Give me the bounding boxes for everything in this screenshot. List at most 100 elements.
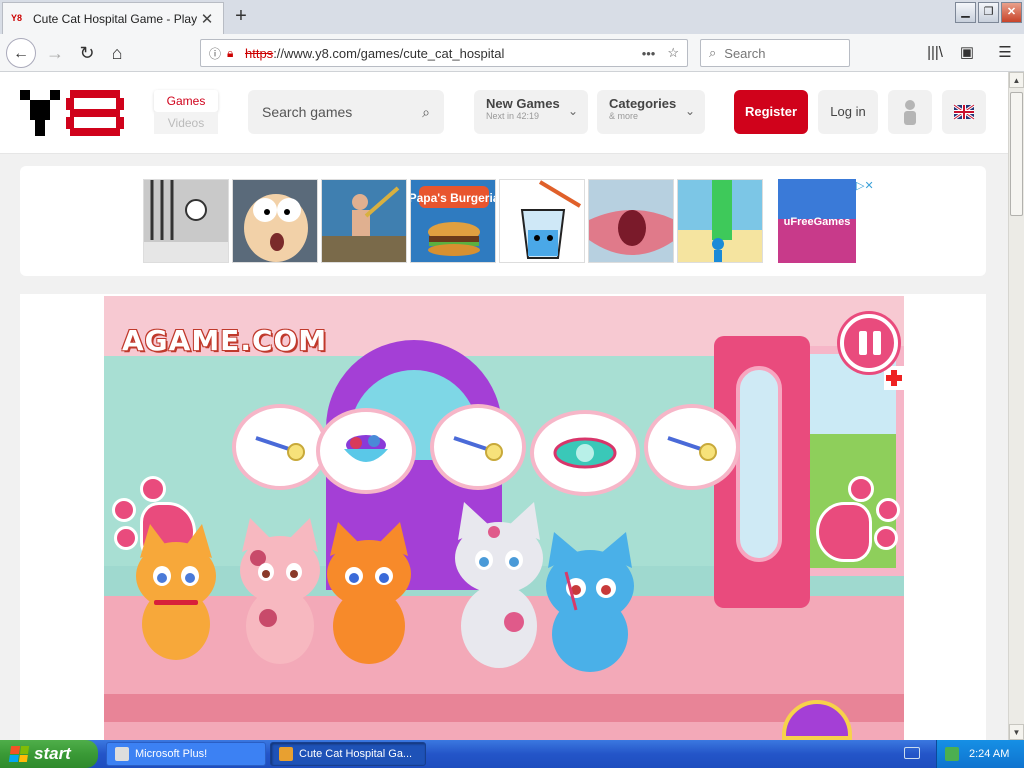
taskbar-item-microsoft-plus[interactable]: Microsoft Plus! — [106, 742, 266, 766]
new-tab-button[interactable]: + — [228, 3, 254, 29]
game-floor-stripe — [104, 694, 904, 722]
happy-glass-thumb[interactable] — [499, 179, 585, 263]
agame-watermark: AGAME.COM — [122, 324, 328, 357]
new-games-dropdown[interactable]: New Games Next in 42:19 ⌄ — [474, 90, 588, 134]
y8-logo[interactable] — [20, 90, 124, 136]
clock[interactable]: 2:24 AM — [969, 748, 1009, 760]
orange-sad-cat[interactable] — [314, 522, 424, 668]
pause-bar-icon — [873, 331, 881, 355]
taskbar-item-browser[interactable]: Cute Cat Hospital Ga... — [270, 742, 426, 766]
page-scrollbar[interactable]: ▲ ▼ — [1008, 72, 1024, 740]
browser-search-placeholder: Search — [724, 45, 766, 61]
scroll-down-arrow-icon[interactable]: ▼ — [1009, 724, 1024, 740]
new-games-label: New Games — [486, 96, 560, 111]
game-frame: AGAME.COM — [20, 294, 986, 740]
url-text: ://www.y8.com/games/cute_cat_hospital — [273, 45, 505, 61]
bubble-tweezers[interactable] — [232, 404, 328, 490]
orange-cat[interactable] — [124, 524, 228, 664]
insecure-lock-icon: 🔒︎ — [227, 45, 234, 60]
register-button[interactable]: Register — [734, 90, 808, 134]
pause-button[interactable] — [840, 314, 898, 372]
home-button[interactable]: ⌂ — [102, 38, 132, 68]
site-search-placeholder: Search games — [262, 104, 353, 120]
page-viewport: Games Videos Search games ⌕ New Games Ne… — [0, 72, 1008, 740]
browser-tab-bar: Y8 Cute Cat Hospital Game - Play onli ✕ … — [0, 0, 1024, 34]
close-window-button[interactable]: ✕ — [1001, 2, 1022, 23]
freegames-label: uFreeGames — [784, 216, 851, 228]
stickman-prison-thumb[interactable] — [143, 179, 229, 263]
categories-sub: & more — [609, 111, 639, 121]
task-label: Cute Cat Hospital Ga... — [299, 748, 413, 760]
chevron-down-icon: ⌄ — [567, 104, 578, 118]
library-icon[interactable]: |||\ — [922, 40, 948, 66]
scroll-up-arrow-icon[interactable]: ▲ — [1009, 72, 1024, 88]
uk-flag-icon — [953, 103, 975, 121]
site-search-icon[interactable]: ⌕ — [422, 104, 430, 121]
tab-close-icon[interactable]: ✕ — [199, 10, 215, 28]
scrollbar-thumb[interactable] — [1010, 92, 1023, 216]
tower-runner-thumb[interactable] — [677, 179, 763, 263]
system-tray: 2:24 AM — [936, 740, 1024, 768]
page-actions-icon[interactable]: ••• — [642, 46, 656, 61]
bubble-candy-bowl[interactable] — [316, 408, 416, 494]
bubble-eye-lens[interactable] — [530, 410, 640, 496]
categories-label: Categories — [609, 96, 677, 111]
firefox-icon — [279, 747, 293, 761]
user-silhouette-icon — [904, 100, 916, 125]
climber-thumb[interactable] — [321, 179, 407, 263]
task-label: Microsoft Plus! — [135, 748, 208, 760]
papas-burgeria-thumb[interactable]: Papa's Burgeria — [410, 179, 496, 263]
game-ads-strip: Papa's Burgeria uFreeGames ▷✕ — [20, 166, 986, 276]
game-canvas[interactable]: AGAME.COM — [104, 296, 904, 740]
eye-lens-icon — [553, 437, 617, 469]
search-icon: ⌕ — [709, 45, 717, 60]
nav-videos-link[interactable]: Videos — [154, 112, 218, 134]
blue-cat[interactable] — [532, 532, 652, 674]
back-button[interactable]: ← — [6, 38, 36, 68]
site-search-input[interactable]: Search games ⌕ — [248, 90, 444, 134]
nav-games-link[interactable]: Games — [154, 90, 218, 112]
document-icon — [115, 747, 129, 761]
network-icon[interactable] — [945, 747, 959, 761]
site-header: Games Videos Search games ⌕ New Games Ne… — [0, 72, 1008, 154]
tab-title: Cute Cat Hospital Game - Play onli — [33, 11, 199, 26]
hospital-cross-icon — [884, 366, 904, 390]
sidebar-icon[interactable]: ▣ — [954, 40, 980, 66]
minimize-button[interactable]: ▁ — [955, 2, 976, 23]
games-videos-switch: Games Videos — [154, 90, 218, 134]
bubble-tweezers[interactable] — [644, 404, 740, 490]
tweezers-icon — [667, 436, 717, 461]
candy-bowl-icon — [344, 435, 388, 462]
pause-bar-icon — [859, 331, 867, 355]
url-bar[interactable]: ⓘ 🔒︎ https ://www.y8.com/games/cute_cat_… — [200, 39, 688, 67]
language-button[interactable] — [942, 90, 986, 134]
y8-favicon-icon: Y8 — [11, 12, 23, 23]
windows-flag-icon — [8, 746, 30, 762]
papas-burgeria-text: Papa's Burgeria — [411, 191, 496, 205]
cartoon-face-thumb[interactable] — [232, 179, 318, 263]
info-icon[interactable]: ⓘ — [209, 45, 227, 62]
categories-dropdown[interactable]: Categories & more ⌄ — [597, 90, 705, 134]
menu-icon[interactable]: ☰ — [992, 40, 1018, 66]
paw-right-arrow-button[interactable] — [812, 476, 904, 572]
chevron-down-icon: ⌄ — [684, 104, 695, 118]
forward-button[interactable]: → — [40, 38, 70, 68]
start-button[interactable]: start — [0, 740, 98, 768]
login-button[interactable]: Log in — [818, 90, 878, 134]
profile-button[interactable] — [888, 90, 932, 134]
keyboard-icon[interactable] — [904, 747, 920, 759]
browser-search-field[interactable]: ⌕ Search — [700, 39, 850, 67]
browser-tab[interactable]: Y8 Cute Cat Hospital Game - Play onli ✕ — [2, 2, 224, 34]
adchoices-icon[interactable]: ▷✕ — [856, 179, 874, 192]
tweezers-icon — [255, 436, 305, 461]
reload-button[interactable]: ↻ — [72, 38, 102, 68]
bookmark-star-icon[interactable]: ☆ — [667, 45, 679, 61]
tweezers-icon — [453, 436, 503, 461]
mouth-thumb[interactable] — [588, 179, 674, 263]
new-games-countdown: Next in 42:19 — [486, 111, 540, 121]
window-controls: ▁ ❐ ✕ — [955, 2, 1022, 23]
bubble-tweezers[interactable] — [430, 404, 526, 490]
windows-taskbar: start Microsoft Plus! Cute Cat Hospital … — [0, 740, 1024, 768]
restore-button[interactable]: ❐ — [978, 2, 999, 23]
freegames-ad[interactable]: uFreeGames — [778, 179, 856, 263]
